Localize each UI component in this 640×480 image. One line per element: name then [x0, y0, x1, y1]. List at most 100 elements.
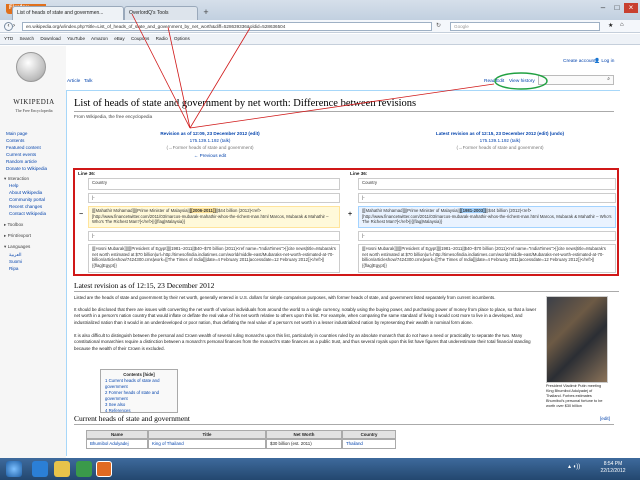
context-cell: |[[Hosni Mubarak]]||[[President of Egypt…	[88, 244, 340, 273]
paragraph-3: It is also difficult to distinguish betw…	[74, 333, 531, 351]
toolbar-item[interactable]: Options	[174, 36, 190, 41]
context-cell: Country	[358, 178, 616, 190]
toolbar-item[interactable]: Download	[40, 36, 60, 41]
added-marker: +	[348, 211, 353, 218]
new-tab-button[interactable]: +	[200, 7, 212, 19]
sidebar-item-help[interactable]: Help	[9, 183, 18, 188]
tab-talk[interactable]: Talk	[84, 79, 93, 84]
sidebar-language-other[interactable]: Ripa	[9, 266, 18, 271]
removed-line: |[[Mahathir Mohamad]]||Prime Minister of…	[88, 206, 340, 228]
right-revision-user[interactable]: 175.139.1.192 (talk)	[400, 138, 600, 143]
tab-edit[interactable]: Edit	[496, 79, 504, 84]
left-line-number: Line 36:	[78, 171, 96, 176]
divider	[74, 111, 614, 112]
sidebar-item-featured[interactable]: Featured content	[6, 145, 41, 150]
back-icon[interactable]: ‹	[4, 22, 13, 31]
table-cell: $30 billion (est. 2011)	[266, 439, 342, 449]
edit-section-link[interactable]: [edit]	[600, 416, 610, 421]
table-header[interactable]: Country	[342, 430, 396, 439]
right-revision-summary: (→Former heads of state and government)	[456, 145, 544, 150]
removed-marker: −	[79, 211, 84, 218]
sidebar-item-contact[interactable]: Contact Wikipedia	[9, 211, 46, 216]
previous-edit-link[interactable]: ← Previous edit	[130, 153, 290, 158]
page-title: List of heads of state and government by…	[74, 98, 417, 109]
sidebar-item-random[interactable]: Random article	[6, 159, 37, 164]
left-revision-summary: (→Former heads of state and government)	[166, 145, 254, 150]
toolbar-item[interactable]: YTD	[4, 36, 13, 41]
sidebar-item-about[interactable]: About Wikipedia	[9, 190, 42, 195]
sidebar-heading-interaction[interactable]: ▾ Interaction	[4, 176, 29, 182]
bookmarks-icon[interactable]: ★	[608, 22, 613, 29]
context-cell: |[[Hosni Mubarak]]||[[President of Egypt…	[358, 244, 616, 273]
sidebar-heading-toolbox[interactable]: ▸ Toolbox	[4, 222, 23, 228]
firefox-icon[interactable]	[96, 461, 112, 477]
clock[interactable]: 8:54 PM 22/12/2012	[590, 461, 636, 475]
maximize-icon[interactable]: □	[610, 3, 624, 13]
table-cell[interactable]: Bhumibol Adulyadej	[86, 439, 148, 449]
tab-label: OverlordQ's Tools	[129, 10, 169, 16]
sidebar-item-contents[interactable]: Contents	[6, 138, 24, 143]
wikipedia-wordmark: WIKIPEDIA	[13, 98, 55, 106]
tab-view-history[interactable]: View history	[509, 79, 535, 84]
close-icon[interactable]: ×	[624, 3, 638, 13]
tab-wikipedia[interactable]: List of heads of state and governmen...	[12, 6, 124, 20]
forward-icon[interactable]: ›	[13, 23, 15, 29]
create-account-link[interactable]: Create account	[563, 59, 596, 64]
search-input[interactable]: Google	[450, 22, 600, 31]
toolbar-item[interactable]: Coupons	[131, 36, 149, 41]
sidebar-heading-languages[interactable]: ▾ Languages	[4, 244, 30, 250]
toc-item[interactable]: 2 Former heads of state and government	[105, 390, 173, 402]
wikipedia-globe-logo[interactable]	[16, 52, 46, 82]
sidebar-item-main-page[interactable]: Main page	[6, 131, 27, 136]
right-revision-title[interactable]: Latest revision as of 12:15, 23 December…	[400, 131, 600, 136]
wikipedia-tagline: The Free Encyclopedia	[15, 108, 53, 113]
start-icon[interactable]	[6, 461, 22, 477]
home-icon[interactable]: ⌂	[620, 22, 624, 28]
context-cell: |-	[358, 193, 616, 203]
sidebar-item-community[interactable]: Community portal	[9, 197, 45, 202]
clock-date: 22/12/2012	[600, 468, 626, 474]
sidebar-item-current-events[interactable]: Current events	[6, 152, 36, 157]
toc-item[interactable]: 1 Current heads of state and government	[105, 378, 173, 390]
left-revision-title[interactable]: Revision as of 12:09, 23 December 2012 (…	[130, 131, 290, 136]
explorer-icon[interactable]	[54, 461, 70, 477]
toolbar-item[interactable]: Amazon	[91, 36, 108, 41]
table-header[interactable]: Title	[148, 430, 266, 439]
left-revision-user[interactable]: 175.139.1.192 (talk)	[130, 138, 290, 143]
context-cell: Country	[88, 178, 340, 190]
login-link[interactable]: 👤 Log in	[594, 59, 614, 64]
wiki-search-input[interactable]: ⌕	[538, 75, 614, 85]
sidebar-item-donate[interactable]: Donate to Wikipedia	[6, 166, 47, 171]
minimize-icon[interactable]: –	[596, 3, 610, 13]
paragraph-2: It should be disclosed that there are is…	[74, 307, 537, 325]
table-header[interactable]: Name	[86, 430, 148, 439]
tab-label: List of heads of state and governmen...	[17, 10, 104, 16]
context-cell: |-	[88, 193, 340, 203]
table-header[interactable]: Net Worth	[266, 430, 342, 439]
toolbar-item[interactable]: eBay	[114, 36, 124, 41]
sidebar-language-fi[interactable]: Suomi	[9, 259, 22, 264]
putin-bhumibol-photo[interactable]	[546, 296, 608, 383]
tab-overlord-tools[interactable]: OverlordQ's Tools	[124, 6, 198, 20]
divider	[74, 424, 614, 425]
addon-toolbar: YTD Search Download YouTube Amazon eBay …	[0, 34, 640, 45]
tab-article[interactable]: Article	[67, 79, 80, 84]
reload-icon[interactable]: ↻	[436, 22, 441, 29]
sidebar-heading-print[interactable]: ▸ Print/export	[4, 233, 31, 239]
divider	[74, 291, 619, 292]
sidebar-item-recent-changes[interactable]: Recent changes	[9, 204, 42, 209]
toolbar-item[interactable]: Search	[19, 36, 34, 41]
intro-paragraph: Listed are the heads of state and govern…	[74, 295, 496, 300]
url-bar[interactable]: en.wikipedia.org/w/index.php?title=List_…	[22, 22, 432, 31]
ie-icon[interactable]	[32, 461, 48, 477]
toolbar-item[interactable]: YouTube	[67, 36, 85, 41]
table-cell[interactable]: Thailand	[342, 439, 396, 449]
table-cell[interactable]: King of Thailand	[148, 439, 266, 449]
tab-read[interactable]: Read	[484, 79, 495, 84]
search-icon[interactable]: ⌕	[607, 76, 610, 82]
sidebar-language-ar[interactable]: العربية	[9, 252, 22, 258]
media-icon[interactable]	[76, 461, 92, 477]
context-cell: |-	[88, 231, 340, 241]
toolbar-item[interactable]: Radio	[156, 36, 168, 41]
tray-icon[interactable]: ▴ ◖))	[568, 463, 580, 470]
